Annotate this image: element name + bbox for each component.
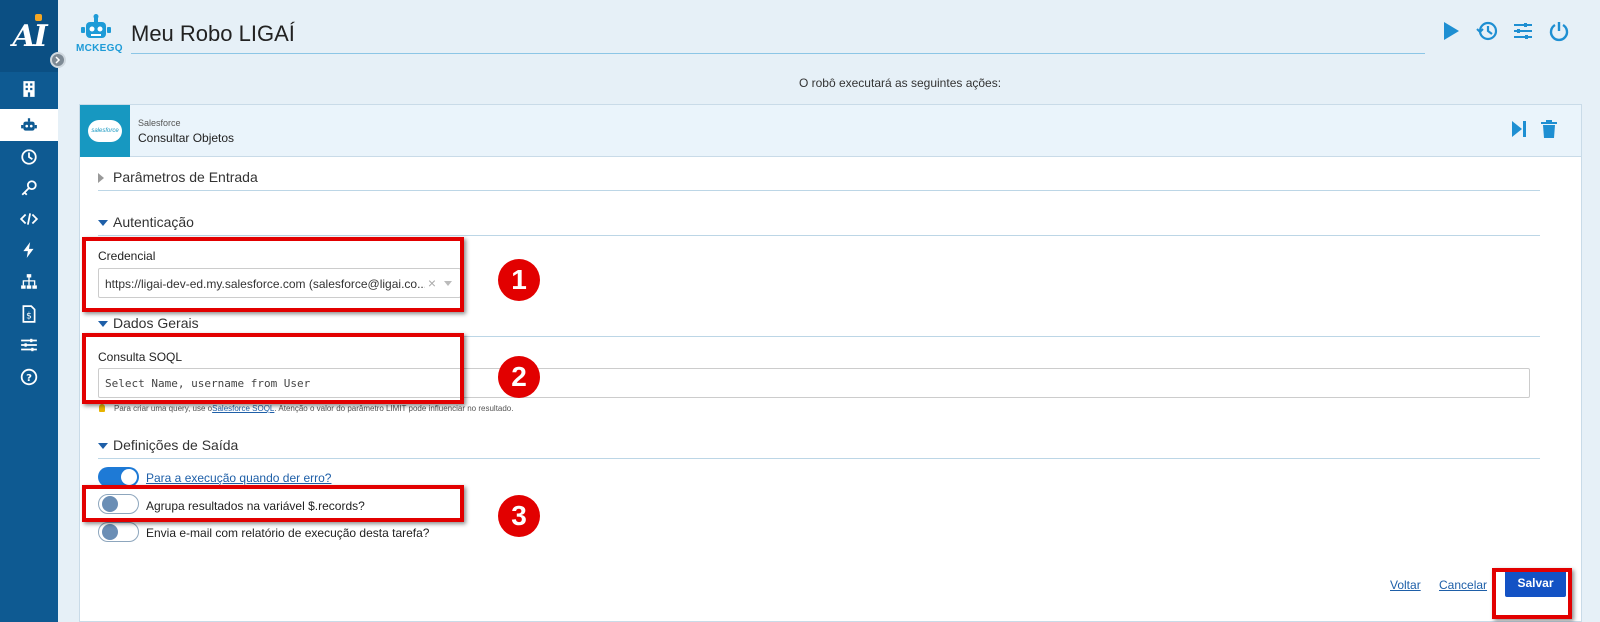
network-icon <box>21 274 37 289</box>
annotation-badge-2: 2 <box>498 356 540 398</box>
history-icon <box>21 149 37 165</box>
step-forward-icon[interactable] <box>1509 119 1529 139</box>
section-auth[interactable]: Autenticação <box>98 210 1540 236</box>
salesforce-cloud-icon: salesforce <box>88 120 122 142</box>
page-title: Meu Robo LIGAÍ <box>131 21 295 46</box>
sidebar-item-settings[interactable] <box>0 329 58 361</box>
hint-text-post: . Atenção o valor do parâmetro LIMIT pod… <box>274 404 514 413</box>
toggle-knob <box>102 524 118 540</box>
power-icon[interactable] <box>1548 20 1570 42</box>
caret-down-icon <box>98 321 108 327</box>
key-icon <box>21 180 37 196</box>
robot-code: MCKEGQ <box>76 43 123 54</box>
stop-on-error-toggle[interactable] <box>98 467 139 487</box>
section-input-params[interactable]: Parâmetros de Entrada <box>98 165 1540 191</box>
sidebar-item-history[interactable] <box>0 141 58 173</box>
stop-on-error-label[interactable]: Para a execução quando der erro? <box>146 471 331 485</box>
logo-dot <box>35 14 42 21</box>
robot-avatar-icon <box>81 14 111 38</box>
sidebar-item-billing[interactable]: $ <box>0 298 58 330</box>
action-name: Consultar Objetos <box>138 131 235 145</box>
action-provider: Salesforce <box>138 118 181 128</box>
highlight-save <box>1492 568 1572 619</box>
title-divider <box>131 53 1425 54</box>
trash-icon[interactable] <box>1539 119 1559 139</box>
sidebar: AI $ ? <box>0 0 58 622</box>
highlight-credential <box>82 237 464 312</box>
sliders-icon <box>21 338 37 352</box>
email-report-toggle[interactable] <box>98 522 139 542</box>
hint-text-pre: Para criar uma query, use o <box>114 404 213 413</box>
section-title: Definições de Saída <box>113 437 239 453</box>
lightning-icon <box>23 242 34 258</box>
robot-icon <box>21 118 37 131</box>
toggle-knob <box>121 469 137 485</box>
email-report-label: Envia e-mail com relatório de execução d… <box>146 526 430 540</box>
action-card-header[interactable]: salesforce Salesforce Consultar Objetos <box>80 105 1581 157</box>
query-hint: Para criar uma query, use oSalesforce SO… <box>114 404 513 413</box>
card-actions <box>1509 119 1559 139</box>
sidebar-collapse-button[interactable] <box>50 52 66 68</box>
header-actions <box>1440 20 1570 42</box>
sidebar-item-help[interactable]: ? <box>0 361 58 393</box>
sidebar-item-triggers[interactable] <box>0 234 58 266</box>
salesforce-soql-link[interactable]: Salesforce SOQL <box>212 404 274 413</box>
svg-text:$: $ <box>26 312 32 322</box>
section-title: Parâmetros de Entrada <box>113 169 258 185</box>
section-output[interactable]: Definições de Saída <box>98 433 1540 459</box>
sidebar-item-robots[interactable] <box>0 109 58 141</box>
caret-down-icon <box>98 220 108 226</box>
highlight-soql <box>82 333 464 404</box>
section-title: Dados Gerais <box>113 315 199 331</box>
svg-text:?: ? <box>26 373 32 384</box>
lightbulb-icon <box>99 404 105 412</box>
sidebar-item-keys[interactable] <box>0 172 58 204</box>
back-link[interactable]: Voltar <box>1390 578 1421 592</box>
help-icon: ? <box>20 368 38 386</box>
caret-down-icon <box>98 443 108 449</box>
cancel-link[interactable]: Cancelar <box>1439 578 1487 592</box>
settings-icon[interactable] <box>1512 20 1534 42</box>
logo-text: AI <box>12 18 47 54</box>
billing-icon: $ <box>22 305 36 323</box>
sidebar-item-code[interactable] <box>0 203 58 235</box>
play-icon[interactable] <box>1440 20 1462 42</box>
annotation-badge-1: 1 <box>498 259 540 301</box>
caret-right-icon <box>98 173 104 183</box>
salesforce-logo: salesforce <box>80 105 130 157</box>
chevron-right-icon <box>55 56 61 64</box>
page-subtitle: O robô executará as seguintes ações: <box>798 76 1002 90</box>
code-icon <box>20 213 38 225</box>
highlight-group-results <box>82 485 464 522</box>
sidebar-item-network[interactable] <box>0 266 58 298</box>
history-icon[interactable] <box>1476 20 1498 42</box>
annotation-badge-3: 3 <box>498 495 540 537</box>
section-title: Autenticação <box>113 214 194 230</box>
